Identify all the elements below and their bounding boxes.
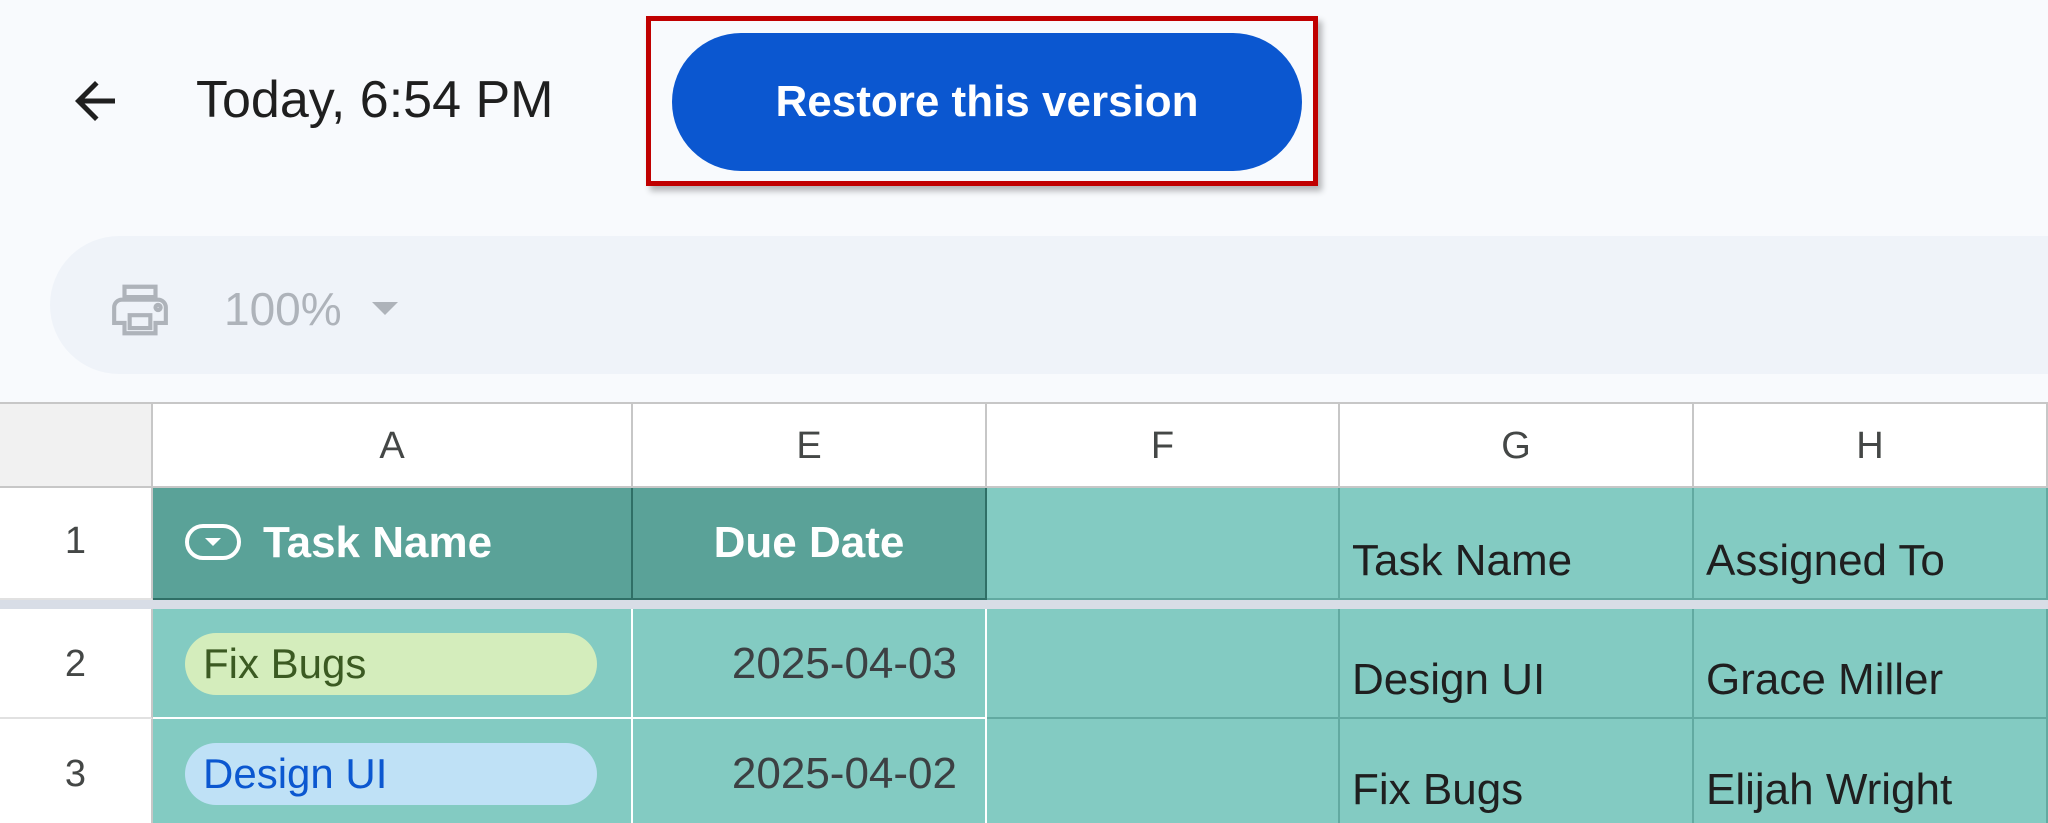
cell-g1[interactable]: Task Name [1340, 488, 1694, 600]
cell-a2[interactable]: Fix Bugs [153, 609, 633, 719]
cell-f2[interactable] [987, 609, 1340, 719]
due-date-value: 2025-04-03 [731, 639, 957, 688]
cell-g3[interactable]: Fix Bugs [1340, 719, 1694, 823]
caret-down-icon [371, 302, 398, 315]
restore-version-button[interactable]: Restore this version [672, 33, 1302, 171]
row-header-3[interactable]: 3 [0, 719, 153, 823]
spreadsheet-grid: A E F G H 1 2 3 Task Name Due Date Task … [0, 402, 2048, 823]
arrow-left-icon [75, 81, 115, 121]
dropdown-chip-icon [185, 524, 241, 560]
lookup-task-name: Design UI [1352, 655, 1546, 704]
row-header-1[interactable]: 1 [0, 488, 153, 600]
lookup-header-task-name: Task Name [1352, 536, 1573, 585]
header-label-task-name: Task Name [263, 518, 493, 567]
cell-h2[interactable]: Grace Miller [1694, 609, 2048, 719]
select-all-corner[interactable] [0, 404, 153, 488]
cell-f3[interactable] [987, 719, 1340, 823]
zoom-value: 100% [224, 283, 342, 335]
lookup-assigned-to: Grace Miller [1706, 655, 1944, 704]
table-header-due-date[interactable]: Due Date [633, 488, 987, 600]
cell-h3[interactable]: Elijah Wright [1694, 719, 2048, 823]
lookup-header-assigned-to: Assigned To [1706, 536, 1945, 585]
column-header-h[interactable]: H [1694, 404, 2048, 488]
print-button[interactable] [100, 270, 180, 350]
row-header-2[interactable]: 2 [0, 609, 153, 719]
column-header-e[interactable]: E [633, 404, 987, 488]
column-header-g[interactable]: G [1340, 404, 1694, 488]
task-chip[interactable]: Design UI [185, 743, 597, 805]
header-label-due-date: Due Date [713, 518, 905, 567]
back-button[interactable] [62, 68, 128, 134]
column-header-f[interactable]: F [987, 404, 1340, 488]
column-header-a[interactable]: A [153, 404, 633, 488]
lookup-assigned-to: Elijah Wright [1706, 765, 1953, 814]
zoom-select[interactable]: 100% [224, 276, 398, 342]
printer-icon [112, 284, 168, 336]
lookup-task-name: Fix Bugs [1352, 765, 1524, 814]
cell-a3[interactable]: Design UI [153, 719, 633, 823]
version-history-header: Today, 6:54 PM Restore this version [0, 0, 2048, 210]
task-chip[interactable]: Fix Bugs [185, 633, 597, 695]
cell-e3[interactable]: 2025-04-02 [633, 719, 987, 823]
frozen-row-divider[interactable] [0, 600, 2048, 609]
due-date-value: 2025-04-02 [731, 749, 957, 798]
cell-e2[interactable]: 2025-04-03 [633, 609, 987, 719]
cell-f1[interactable] [987, 488, 1340, 600]
cell-g2[interactable]: Design UI [1340, 609, 1694, 719]
table-header-task-name[interactable]: Task Name [153, 488, 633, 600]
version-timestamp: Today, 6:54 PM [196, 71, 554, 129]
cell-h1[interactable]: Assigned To [1694, 488, 2048, 600]
